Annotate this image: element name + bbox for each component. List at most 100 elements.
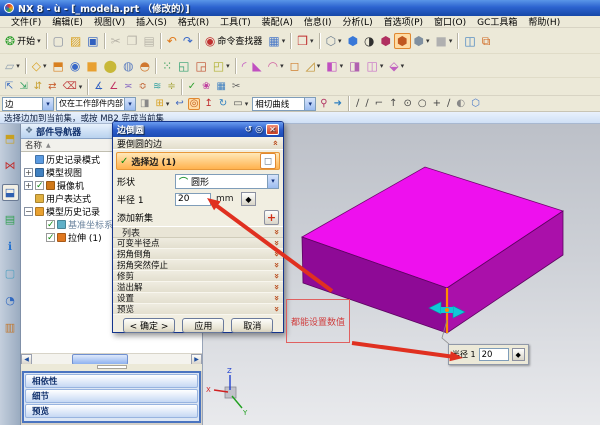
- paste-button[interactable]: ▤: [140, 33, 157, 49]
- trim-body-button[interactable]: ◧ ▾: [323, 58, 346, 74]
- draft-analysis-button[interactable]: ≑: [164, 80, 178, 94]
- menu-item[interactable]: GC工具箱: [472, 16, 522, 27]
- new-button[interactable]: ▢: [50, 33, 67, 49]
- scroll-right-button[interactable]: ▶: [191, 353, 202, 365]
- ok-button[interactable]: < 确定 >: [122, 318, 176, 333]
- snap-solid-button[interactable]: ⬡: [469, 98, 482, 110]
- navigator-panel-bar[interactable]: 预览: [25, 404, 198, 418]
- assign-materials-button[interactable]: ▦: [214, 80, 229, 94]
- menu-item[interactable]: 分析(L): [338, 16, 378, 27]
- select-object-button[interactable]: ◻: [260, 153, 276, 169]
- delete-face-button[interactable]: ⌫ ▾: [60, 80, 86, 94]
- dialog-titlebar[interactable]: 边倒圆 ↺ ◎ ✕: [113, 122, 283, 137]
- molded-part-validation-button[interactable]: ❀: [199, 80, 213, 94]
- menu-item[interactable]: 格式(R): [173, 16, 214, 27]
- onscreen-formula-button[interactable]: ◆: [511, 348, 525, 361]
- tree-expander-icon[interactable]: +: [24, 168, 33, 177]
- block-button[interactable]: ■: [83, 58, 100, 74]
- copy-button[interactable]: ❐: [124, 33, 141, 49]
- menu-item[interactable]: 首选项(P): [379, 16, 428, 27]
- clip-section-button[interactable]: ◫: [461, 33, 478, 49]
- face-analysis-button[interactable]: ⬢: [394, 32, 411, 49]
- dialog-section[interactable]: 预览 »: [113, 304, 283, 315]
- menu-item[interactable]: 信息(I): [299, 16, 337, 27]
- undo-button[interactable]: ↶: [164, 33, 180, 49]
- checkbox-icon[interactable]: ✓: [46, 220, 55, 230]
- checkbox-icon[interactable]: ✓: [35, 181, 44, 191]
- replace-face-button[interactable]: ⇄: [45, 80, 59, 94]
- navigator-panel-bar[interactable]: 细节: [25, 389, 198, 403]
- type-filter-combo[interactable]: 边 ▾: [2, 96, 54, 111]
- section-analysis-button[interactable]: ≎: [136, 80, 150, 94]
- chevron-double-up-icon[interactable]: »: [271, 140, 281, 146]
- scroll-left-button[interactable]: ◀: [21, 353, 32, 365]
- reuse-library-button[interactable]: ▤: [2, 211, 19, 228]
- chevron-double-down-icon[interactable]: »: [271, 229, 281, 235]
- hole-button[interactable]: ◍: [120, 58, 136, 74]
- chevron-double-down-icon[interactable]: »: [271, 306, 281, 312]
- hd3d-tools-button[interactable]: ▢: [2, 265, 19, 282]
- shape-combo[interactable]: ⌒ 圆形 ▾: [175, 173, 279, 189]
- web-browser-button[interactable]: ℹ: [2, 238, 19, 255]
- apply-button[interactable]: 应用: [182, 318, 225, 333]
- intersect-button[interactable]: ◰ ▾: [210, 58, 233, 74]
- edit-section-button[interactable]: ✂: [229, 80, 243, 94]
- highlight-snap-button[interactable]: ◎: [187, 97, 201, 110]
- sew-button[interactable]: ◫ ▾: [364, 58, 387, 74]
- splitter-grip[interactable]: [96, 365, 127, 369]
- cancel-button[interactable]: 取消: [231, 318, 274, 333]
- chevron-double-down-icon[interactable]: »: [271, 273, 281, 279]
- wireframe-button[interactable]: ◑: [361, 33, 377, 49]
- draft-button[interactable]: ◿ ▾: [303, 58, 324, 74]
- face-blend-button[interactable]: ◠ ▾: [265, 58, 287, 74]
- dialog-close-button[interactable]: ✕: [266, 124, 279, 135]
- snap-existing-point-button[interactable]: +: [431, 98, 443, 110]
- shaded-button[interactable]: ⬢: [345, 33, 361, 49]
- snap-point-on-curve-button[interactable]: ∕: [445, 98, 452, 110]
- tree-expander-icon[interactable]: +: [24, 181, 33, 190]
- assembly-navigator-button[interactable]: ⬒: [2, 130, 19, 147]
- subtract-button[interactable]: ◲: [192, 58, 209, 74]
- patch-button[interactable]: ⬙ ▾: [386, 58, 407, 74]
- scrollbar-thumb[interactable]: [72, 353, 128, 365]
- roles-button[interactable]: ▥: [2, 319, 19, 336]
- cylinder-button[interactable]: ⬤: [101, 58, 120, 74]
- redo-button[interactable]: ↷: [180, 33, 196, 49]
- chevron-down-icon[interactable]: ▾: [267, 174, 278, 188]
- panel-splitter[interactable]: [21, 364, 202, 371]
- pull-face-button[interactable]: ⇲: [16, 80, 30, 94]
- edges-group-header[interactable]: 要倒圆的边 »: [113, 137, 283, 150]
- navigator-hscrollbar[interactable]: ◀ ▶: [21, 353, 202, 365]
- snap-quadrant-button[interactable]: ○: [416, 98, 429, 110]
- chevron-double-down-icon[interactable]: »: [271, 284, 281, 290]
- select-edge-row[interactable]: ✓ 选择边 (1) ◻: [116, 152, 280, 170]
- partially-shaded-button[interactable]: ⬢ ▾: [411, 33, 433, 49]
- chevron-down-icon[interactable]: ▾: [42, 97, 53, 110]
- radius-field[interactable]: [175, 192, 211, 206]
- menu-item[interactable]: 工具(T): [215, 16, 256, 27]
- menu-item[interactable]: 文件(F): [6, 16, 46, 27]
- deselect-button[interactable]: ↩: [173, 98, 185, 110]
- scope-filter-combo[interactable]: 仅在工作部件内部 ▾: [56, 96, 136, 111]
- radius-formula-button[interactable]: ◆: [241, 192, 256, 206]
- menu-item[interactable]: 装配(A): [257, 16, 298, 27]
- dialog-options-button[interactable]: ◎: [255, 125, 263, 135]
- snap-point-on-face-button[interactable]: ◐: [454, 98, 467, 110]
- menu-item[interactable]: 编辑(E): [47, 16, 88, 27]
- snap-control-point-button[interactable]: ⌐: [373, 98, 385, 110]
- chevron-down-icon[interactable]: ▾: [124, 97, 135, 110]
- snap-endpoint-button[interactable]: ∕: [354, 98, 361, 110]
- highlight-lines-button[interactable]: ≋: [150, 80, 164, 94]
- deviation-gauge-button[interactable]: ≍: [121, 80, 135, 94]
- split-body-button[interactable]: ◨: [346, 58, 363, 74]
- extrude-button[interactable]: ⬒: [50, 58, 67, 74]
- history-button[interactable]: ◔: [2, 292, 19, 309]
- move-face-button[interactable]: ⇱: [2, 80, 16, 94]
- checkbox-icon[interactable]: ✓: [46, 233, 55, 243]
- background-button[interactable]: ■ ▾: [433, 33, 456, 49]
- snap-arc-center-button[interactable]: ⊙: [401, 98, 413, 110]
- top-selection-button[interactable]: ↥: [202, 98, 214, 110]
- chamfer-button[interactable]: ◣: [249, 58, 264, 74]
- cut-button[interactable]: ✂: [108, 33, 124, 49]
- curve-rule-combo[interactable]: 相切曲线 ▾: [252, 96, 317, 111]
